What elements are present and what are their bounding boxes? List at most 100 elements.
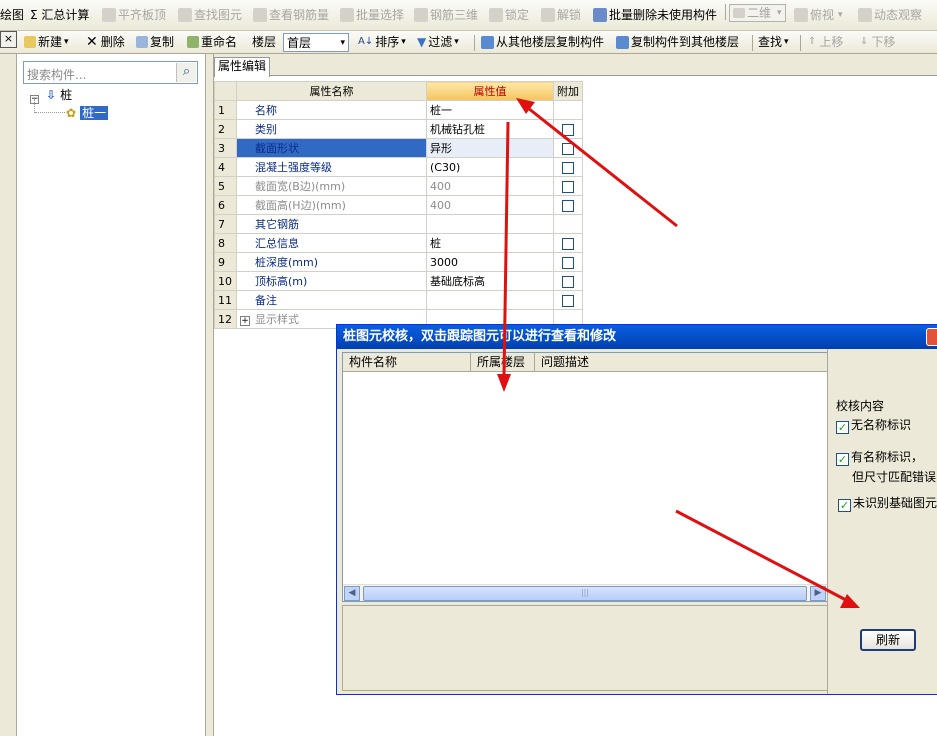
rename-button[interactable]: 重命名 [187, 31, 237, 53]
extra-checkbox[interactable] [562, 180, 574, 193]
floor-select[interactable]: 首层 ▾ [283, 33, 349, 52]
property-row[interactable]: 1 名称 桩一 [214, 100, 583, 120]
extra-checkbox[interactable] [562, 294, 574, 307]
sort-button[interactable]: A↓ 排序 ▾ [358, 31, 406, 53]
copy-to-floor-button[interactable]: 复制构件到其他楼层 [616, 31, 739, 53]
check-result-list[interactable]: 构件名称 所属楼层 问题描述 ◀ ||| ▶ [342, 352, 828, 602]
property-value-cell[interactable]: 机械钻孔桩 [426, 119, 554, 139]
extra-checkbox[interactable] [562, 142, 574, 155]
property-row[interactable]: 8 汇总信息 桩 [214, 233, 583, 253]
lock-button[interactable]: 锁定 [489, 4, 529, 26]
property-name-cell[interactable]: 备注 [236, 290, 427, 310]
tree-node-pile-1[interactable]: ✿ 桩一 [66, 105, 109, 121]
dialog-close-button[interactable] [926, 328, 937, 346]
property-name-cell[interactable]: 截面形状 [236, 138, 427, 158]
scroll-left-icon[interactable]: ◀ [344, 586, 360, 601]
property-value-cell[interactable] [426, 290, 554, 310]
column-header-component-name[interactable]: 构件名称 [343, 353, 471, 372]
property-row[interactable]: 11 备注 [214, 290, 583, 310]
expand-icon[interactable]: + [240, 316, 250, 326]
scrollbar-thumb[interactable]: ||| [363, 586, 807, 601]
checkbox-checked-icon[interactable]: ✓ [836, 453, 849, 466]
option-no-name[interactable]: ✓ 无名称标识 [836, 416, 911, 434]
property-value-cell[interactable]: 桩一 [426, 100, 554, 120]
extra-checkbox[interactable] [562, 161, 574, 174]
refresh-button[interactable]: 刷新 [860, 629, 916, 651]
copy-from-floor-button[interactable]: 从其他楼层复制构件 [481, 31, 604, 53]
unlock-button[interactable]: 解锁 [541, 4, 581, 26]
property-name-cell[interactable]: 其它钢筋 [236, 214, 427, 234]
find-button[interactable]: 查找 ▾ [758, 31, 789, 53]
delete-button[interactable]: ✕ 删除 [86, 31, 125, 53]
column-header-extra[interactable]: 附加 [553, 81, 583, 101]
property-value-cell[interactable]: 桩 [426, 233, 554, 253]
option-unrecognized[interactable]: ✓ 未识别基础图元 [838, 494, 937, 512]
filter-button[interactable]: ▼ 过滤 ▾ [417, 31, 459, 53]
property-name-cell[interactable]: 混凝土强度等级 [236, 157, 427, 177]
copy-button[interactable]: 复制 [136, 31, 174, 53]
property-name-cell[interactable]: 顶标高(m) [236, 271, 427, 291]
view-mode-select[interactable]: 二维 ▾ [729, 4, 786, 22]
dynamic-view-button[interactable]: 动态观察 [858, 4, 922, 26]
tab-property-edit[interactable]: 属性编辑 [214, 57, 271, 77]
property-value-cell[interactable]: (C30) [426, 157, 554, 177]
property-value-cell[interactable] [426, 214, 554, 234]
rebar-3d-icon [414, 8, 428, 22]
align-slab-top-button[interactable]: 平齐板顶 [102, 4, 166, 26]
move-down-button[interactable]: ⇓ 下移 [860, 31, 895, 53]
property-value-cell[interactable]: 3000 [426, 252, 554, 272]
scroll-right-icon[interactable]: ▶ [810, 586, 826, 601]
property-extra-cell [553, 119, 583, 139]
dialog-title-bar[interactable]: 桩图元校核，双击跟踪图元可以进行查看和修改 [337, 325, 937, 349]
extra-checkbox[interactable] [562, 275, 574, 288]
column-header-floor[interactable]: 所属楼层 [471, 353, 535, 372]
property-value-cell[interactable]: 400 [426, 176, 554, 196]
extra-checkbox[interactable] [562, 256, 574, 269]
dialog-title: 桩图元校核，双击跟踪图元可以进行查看和修改 [343, 329, 617, 344]
move-up-button[interactable]: ⇑ 上移 [808, 31, 843, 53]
find-element-button[interactable]: 查找图元 [178, 4, 242, 26]
extra-checkbox[interactable] [562, 123, 574, 136]
draw-button[interactable]: 绘图 [0, 4, 24, 26]
property-row[interactable]: 6 截面高(H边)(mm) 400 [214, 195, 583, 215]
horizontal-scrollbar[interactable]: ◀ ||| ▶ [343, 584, 827, 601]
tree-node-pile[interactable]: ⇩ 桩 [46, 87, 72, 103]
property-value-cell[interactable]: 基础底标高 [426, 271, 554, 291]
extra-checkbox[interactable] [562, 199, 574, 212]
search-icon[interactable]: ⌕ [176, 63, 196, 82]
view-rebar-button[interactable]: 查看钢筋量 [253, 4, 329, 26]
search-input[interactable]: 搜索构件... ⌕ [23, 61, 198, 84]
new-button[interactable]: 新建 ▾ [24, 31, 69, 53]
column-header-issue[interactable]: 问题描述 [535, 353, 635, 372]
property-value-cell[interactable]: 异形 [426, 138, 554, 158]
option-has-name[interactable]: ✓ 有名称标识， [836, 448, 923, 466]
top-view-button[interactable]: 俯视 ▾ [794, 4, 843, 26]
checkbox-checked-icon[interactable]: ✓ [838, 499, 851, 512]
property-row[interactable]: 2 类别 机械钻孔桩 [214, 119, 583, 139]
property-row[interactable]: 10 顶标高(m) 基础底标高 [214, 271, 583, 291]
extra-checkbox[interactable] [562, 237, 574, 250]
column-header-name[interactable]: 属性名称 [236, 81, 427, 101]
column-header-value[interactable]: 属性值 [426, 81, 554, 101]
property-row[interactable]: 4 混凝土强度等级 (C30) [214, 157, 583, 177]
property-name-cell[interactable]: 汇总信息 [236, 233, 427, 253]
summary-calc-button[interactable]: Σ 汇总计算 [30, 4, 89, 26]
rebar-3d-button[interactable]: 钢筋三维 [414, 4, 478, 26]
batch-delete-unused-button[interactable]: 批量删除未使用构件 [593, 4, 717, 26]
property-name-cell[interactable]: 桩深度(mm) [236, 252, 427, 272]
property-name: 名称 [255, 104, 277, 117]
property-row[interactable]: 5 截面宽(B边)(mm) 400 [214, 176, 583, 196]
batch-select-button[interactable]: 批量选择 [340, 4, 404, 26]
property-name-cell[interactable]: 类别 [236, 119, 427, 139]
checkbox-checked-icon[interactable]: ✓ [836, 421, 849, 434]
property-row[interactable]: 3 截面形状 异形 [214, 138, 583, 158]
panel-splitter[interactable] [206, 54, 214, 736]
close-panel-button[interactable]: × [0, 31, 17, 48]
property-name-cell[interactable]: 截面宽(B边)(mm) [236, 176, 427, 196]
property-name-cell[interactable]: 截面高(H边)(mm) [236, 195, 427, 215]
property-row[interactable]: 7 其它钢筋 [214, 214, 583, 234]
property-row[interactable]: 9 桩深度(mm) 3000 [214, 252, 583, 272]
property-extra-cell [553, 176, 583, 196]
property-value-cell[interactable]: 400 [426, 195, 554, 215]
property-name-cell[interactable]: 名称 [236, 100, 427, 120]
